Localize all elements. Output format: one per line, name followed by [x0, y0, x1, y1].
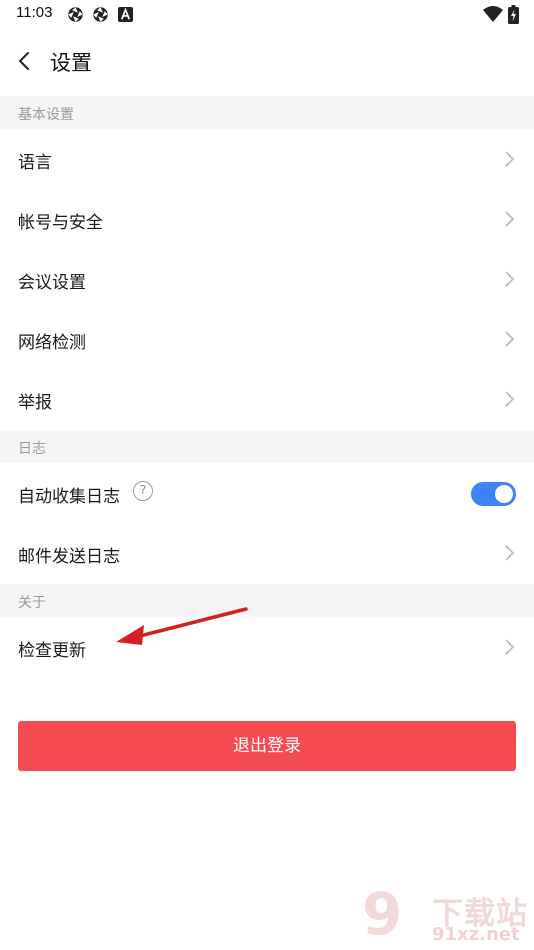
settings-item-email-send-log[interactable]: 邮件发送日志	[0, 523, 534, 583]
settings-item-label: 邮件发送日志	[18, 547, 120, 567]
watermark-logo: 9 下载站 91xz.net	[362, 882, 534, 950]
chevron-right-icon	[505, 391, 515, 407]
chevron-left-icon	[19, 52, 29, 70]
annotation-arrow-icon	[116, 607, 248, 645]
chevron-right-icon	[505, 211, 515, 227]
section-title: 基本设置	[18, 107, 74, 123]
settings-item-label: 语言	[18, 153, 52, 173]
settings-item-label: 检查更新	[18, 641, 86, 661]
aperture-icon	[68, 7, 83, 22]
settings-item-report[interactable]: 举报	[0, 369, 534, 429]
section-title: 关于	[18, 595, 46, 611]
logout-button[interactable]: 退出登录	[18, 721, 516, 771]
settings-item-account-security[interactable]: 帐号与安全	[0, 189, 534, 249]
section-title: 日志	[18, 441, 46, 457]
settings-item-label: 自动收集日志	[18, 487, 120, 507]
chevron-right-icon	[505, 639, 515, 655]
section-header-basic: 基本设置	[0, 96, 534, 129]
page-title: 设置	[50, 51, 92, 75]
chevron-right-icon	[505, 271, 515, 287]
aperture-icon	[93, 7, 108, 22]
battery-charging-icon	[508, 5, 519, 24]
settings-item-check-update[interactable]: 检查更新	[0, 617, 534, 677]
settings-item-auto-collect-log: 自动收集日志 ?	[0, 463, 534, 523]
toggle-knob	[495, 485, 513, 503]
watermark-mark: 9	[362, 880, 403, 948]
status-bar: 11:03	[0, 0, 534, 30]
chevron-right-icon	[505, 331, 515, 347]
letter-a-icon	[118, 7, 133, 22]
settings-item-label: 网络检测	[18, 333, 86, 353]
auto-collect-log-toggle[interactable]	[471, 482, 516, 506]
help-icon[interactable]: ?	[133, 481, 153, 501]
settings-item-label: 会议设置	[18, 273, 86, 293]
chevron-right-icon	[505, 545, 515, 561]
settings-item-network-check[interactable]: 网络检测	[0, 309, 534, 369]
watermark-url: 91xz.net	[432, 924, 520, 945]
settings-item-language[interactable]: 语言	[0, 129, 534, 189]
back-button[interactable]	[10, 44, 38, 78]
settings-item-label: 举报	[18, 393, 52, 413]
section-header-about: 关于	[0, 584, 534, 617]
settings-item-meeting-settings[interactable]: 会议设置	[0, 249, 534, 309]
section-header-log: 日志	[0, 430, 534, 463]
settings-item-label: 帐号与安全	[18, 213, 103, 233]
logout-button-label: 退出登录	[233, 736, 301, 755]
status-time: 11:03	[16, 4, 53, 21]
chevron-right-icon	[505, 151, 515, 167]
wifi-icon	[483, 6, 503, 22]
nav-bar: 设置	[0, 30, 534, 94]
